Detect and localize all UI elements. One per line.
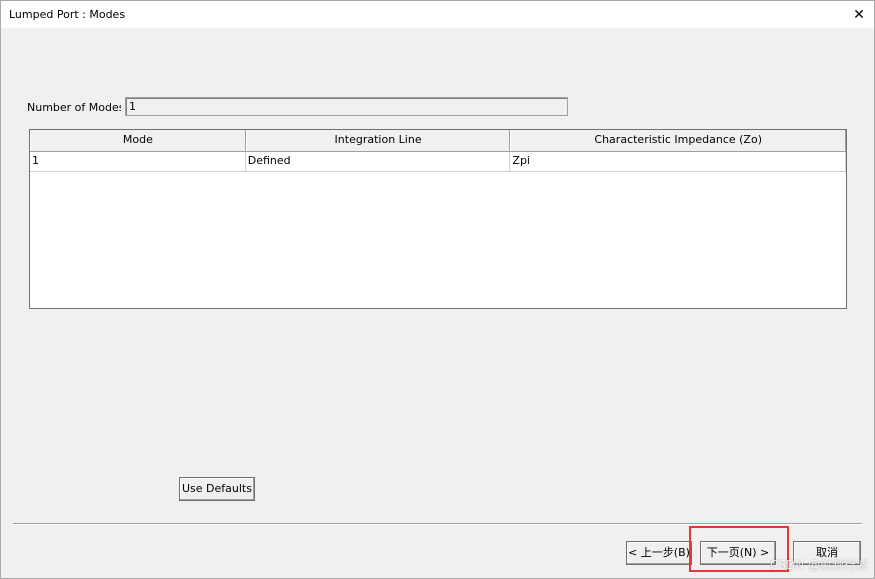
number-of-modes-label: Number of Modes: [27, 101, 121, 114]
close-icon[interactable]: ✕: [844, 1, 874, 28]
window-title: Lumped Port : Modes: [9, 8, 126, 21]
column-header-mode[interactable]: Mode: [30, 130, 246, 151]
modes-table: Mode Integration Line Characteristic Imp…: [29, 129, 847, 309]
number-of-modes-field[interactable]: 1: [125, 97, 568, 116]
dialog-window: Lumped Port : Modes ✕ Number of Modes 1 …: [0, 0, 875, 579]
column-header-integration-line[interactable]: Integration Line: [245, 130, 511, 151]
column-header-characteristic-impedance[interactable]: Characteristic Impedance (Zo): [510, 130, 846, 151]
cell-integration-line[interactable]: Defined: [246, 152, 511, 171]
table-header: Mode Integration Line Characteristic Imp…: [30, 130, 846, 152]
cell-characteristic-impedance[interactable]: Zpi: [510, 152, 846, 171]
table-row[interactable]: 1 Defined Zpi: [30, 152, 846, 172]
footer-divider: [13, 523, 862, 525]
back-button[interactable]: < 上一步(B): [626, 541, 692, 565]
use-defaults-button[interactable]: Use Defaults: [179, 477, 255, 501]
cell-mode[interactable]: 1: [30, 152, 246, 171]
watermark-text: CSDN @射频行波: [769, 558, 868, 572]
title-bar: Lumped Port : Modes ✕: [1, 1, 874, 28]
